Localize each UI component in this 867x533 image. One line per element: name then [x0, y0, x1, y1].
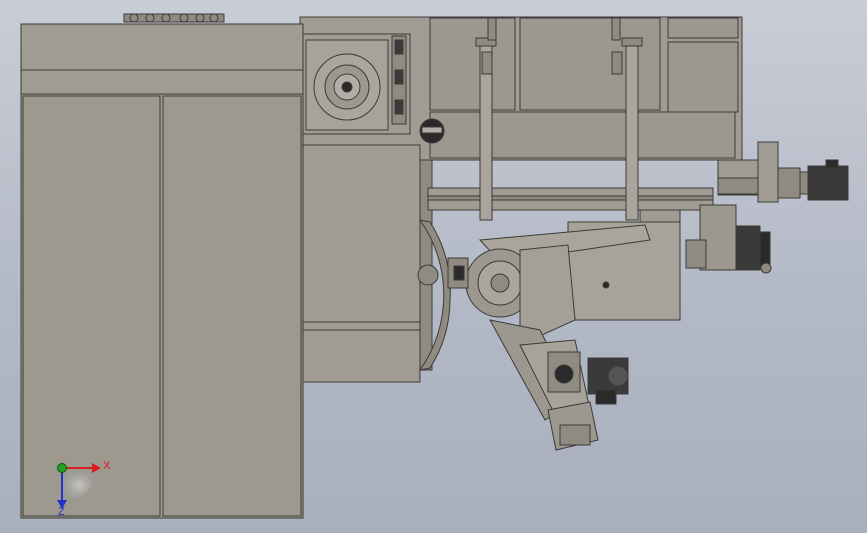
left-cabinet	[20, 23, 304, 519]
machine-drawing: X Z	[20, 13, 849, 519]
top-bolts	[123, 13, 225, 23]
z-axis-label: Z	[58, 506, 65, 518]
cad-viewport[interactable]: X Z	[0, 0, 867, 533]
x-axis-label: X	[103, 460, 111, 472]
middle-column	[302, 144, 433, 383]
y-axis-dot	[57, 463, 67, 473]
right-motor-lower	[685, 204, 772, 274]
